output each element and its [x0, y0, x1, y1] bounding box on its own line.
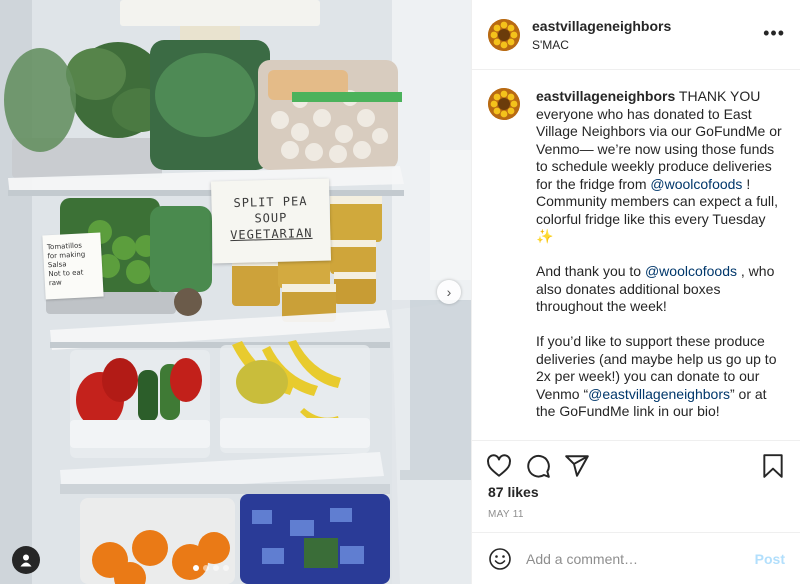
caption-username[interactable]: eastvillageneighbors — [536, 88, 675, 104]
caption-text: eastvillageneighbors THANK YOU everyone … — [536, 88, 786, 438]
next-arrow-icon: › — [446, 284, 452, 300]
post-comment-button[interactable]: Post — [755, 551, 785, 567]
more-options-icon[interactable]: ••• — [763, 24, 785, 42]
mention-link[interactable]: @woolcofoods — [645, 263, 737, 279]
caption: eastvillageneighbors THANK YOU everyone … — [488, 88, 788, 438]
carousel-dot — [203, 565, 209, 571]
comment-form: Post — [472, 532, 800, 584]
caption-paragraph: eastvillageneighbors THANK YOU everyone … — [536, 88, 786, 246]
note-line-3: VEGETARIAN — [230, 225, 313, 243]
carousel-next-button[interactable]: › — [437, 280, 461, 304]
share-icon[interactable] — [564, 453, 590, 479]
header-username[interactable]: eastvillageneighbors — [532, 18, 671, 34]
caption-paragraph: And thank you to @woolcofoods , who also… — [536, 263, 786, 316]
caption-paragraph: If you’d like to support these produce d… — [536, 333, 786, 421]
mention-link[interactable]: @eastvillageneighbors — [588, 386, 730, 402]
carousel-dot — [193, 565, 199, 571]
carousel-dots — [193, 565, 229, 571]
caption-text-segment: And thank you to — [536, 263, 645, 279]
comment-icon[interactable] — [525, 453, 551, 479]
caption-avatar[interactable] — [488, 88, 520, 120]
post-details-panel: eastvillageneighbors S'MAC ••• eastvilla… — [471, 0, 800, 584]
heart-icon[interactable] — [486, 453, 512, 479]
tomatillo-note: Tomatillos for making Salsa Not to eat r… — [42, 232, 104, 300]
tag-user-button[interactable] — [12, 546, 40, 574]
carousel-dot — [223, 565, 229, 571]
action-bar — [472, 440, 800, 488]
mention-link[interactable]: @woolcofoods — [650, 176, 742, 192]
location-link[interactable]: S'MAC — [532, 38, 671, 52]
post-photo[interactable]: SPLIT PEA SOUP VEGETARIAN Tomatillos for… — [0, 0, 471, 584]
tag-user-icon — [20, 554, 32, 567]
tomatillo-line-5: raw — [48, 278, 62, 288]
comment-input[interactable] — [526, 550, 755, 567]
post-header: eastvillageneighbors S'MAC ••• — [472, 0, 800, 70]
sunflower-logo-icon — [488, 88, 520, 120]
split-pea-soup-note: SPLIT PEA SOUP VEGETARIAN — [210, 178, 332, 264]
emoji-icon[interactable] — [488, 547, 512, 571]
sunflower-logo-icon — [488, 18, 520, 51]
post-date[interactable]: MAY 11 — [488, 509, 524, 520]
avatar[interactable] — [488, 18, 520, 51]
likes-count[interactable]: 87 likes — [488, 484, 539, 500]
carousel-dot — [213, 565, 219, 571]
bookmark-icon[interactable] — [760, 453, 786, 479]
